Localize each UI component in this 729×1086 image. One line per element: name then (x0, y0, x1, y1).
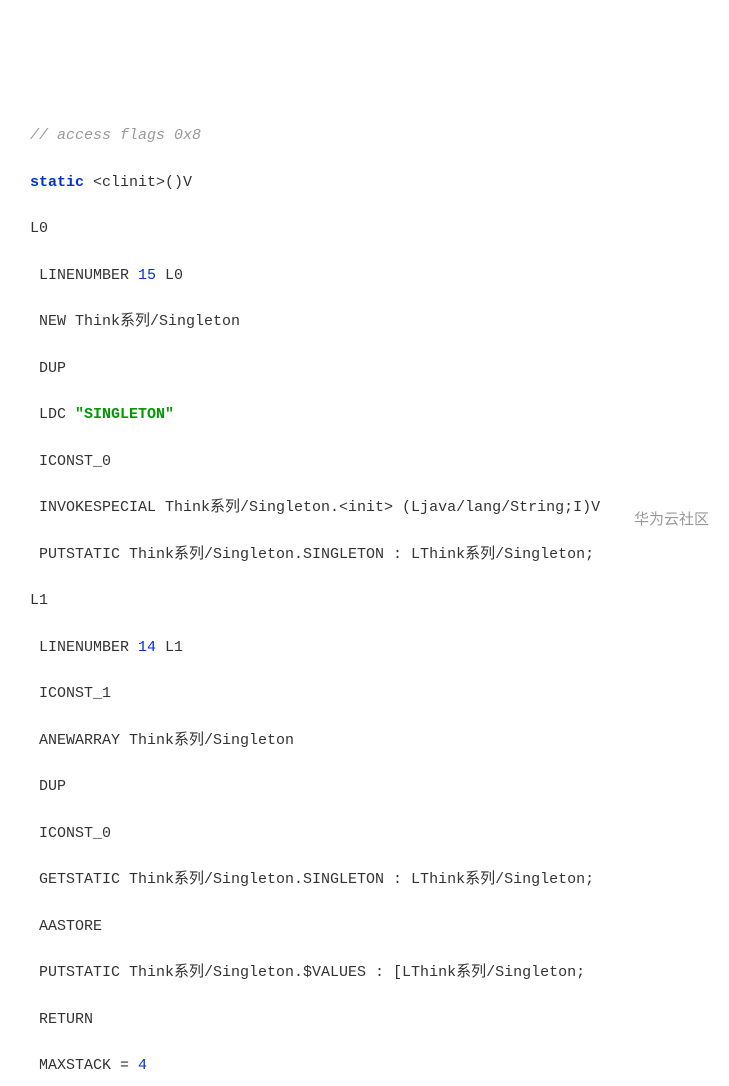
code-line: NEW Think系列/Singleton (12, 310, 717, 333)
code-line: MAXSTACK = 4 (12, 1054, 717, 1077)
comment: // access flags 0x8 (12, 127, 201, 144)
code-line: L0 (12, 217, 717, 240)
code-text: L1 (156, 639, 183, 656)
code-text: <clinit>()V (84, 174, 192, 191)
code-text: MAXSTACK = (12, 1057, 138, 1074)
code-line: // access flags 0x8 (12, 124, 717, 147)
code-line: GETSTATIC Think系列/Singleton.SINGLETON : … (12, 868, 717, 891)
code-line: ICONST_0 (12, 822, 717, 845)
code-line: DUP (12, 775, 717, 798)
code-line: L1 (12, 589, 717, 612)
code-text: LDC (12, 406, 75, 423)
number-literal: 15 (138, 267, 156, 284)
code-text: LINENUMBER (12, 267, 138, 284)
code-line: DUP (12, 357, 717, 380)
code-line: LDC "SINGLETON" (12, 403, 717, 426)
code-line: INVOKESPECIAL Think系列/Singleton.<init> (… (12, 496, 717, 519)
code-block: // access flags 0x8 static <clinit>()V L… (12, 101, 717, 1086)
code-line: PUTSTATIC Think系列/Singleton.SINGLETON : … (12, 543, 717, 566)
number-literal: 14 (138, 639, 156, 656)
string-literal: "SINGLETON" (75, 406, 174, 423)
keyword-static: static (30, 174, 84, 191)
code-line: LINENUMBER 15 L0 (12, 264, 717, 287)
code-line: AASTORE (12, 915, 717, 938)
number-literal: 4 (138, 1057, 147, 1074)
code-line: static <clinit>()V (12, 171, 717, 194)
code-text: L0 (156, 267, 183, 284)
code-line: RETURN (12, 1008, 717, 1031)
code-line: ICONST_1 (12, 682, 717, 705)
code-line: LINENUMBER 14 L1 (12, 636, 717, 659)
code-text: LINENUMBER (12, 639, 138, 656)
code-line: ANEWARRAY Think系列/Singleton (12, 729, 717, 752)
code-line: ICONST_0 (12, 450, 717, 473)
code-line: PUTSTATIC Think系列/Singleton.$VALUES : [L… (12, 961, 717, 984)
